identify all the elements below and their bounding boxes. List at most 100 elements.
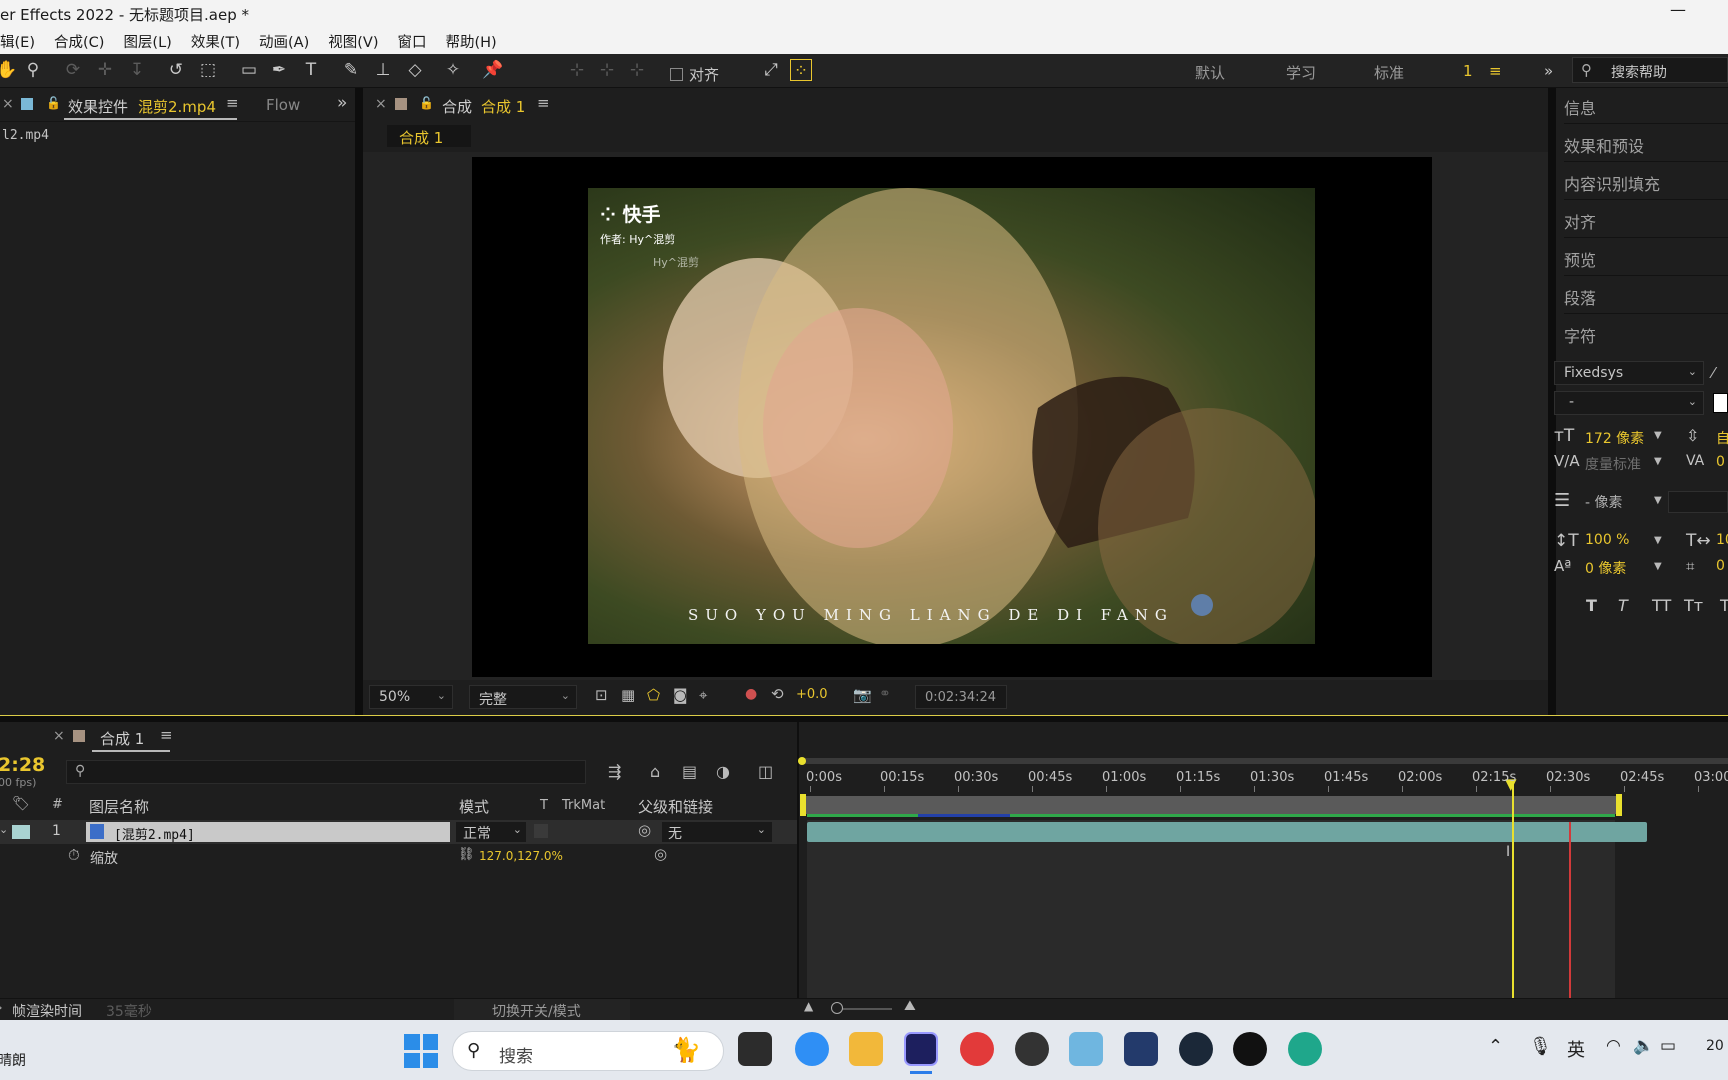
axis-view-icon[interactable]: ⊹ xyxy=(626,59,648,81)
layer-row[interactable]: ⌄ 1 [混剪2.mp4] 正常 ⌄ ◎ 无 ⌄ xyxy=(0,820,797,844)
fill-color-swatch[interactable] xyxy=(1713,393,1728,413)
file-explorer-icon[interactable] xyxy=(849,1032,883,1066)
rotate-tool-icon[interactable]: ↺ xyxy=(165,59,187,81)
channels-icon[interactable]: ● xyxy=(745,686,757,702)
flow-tab[interactable]: Flow xyxy=(266,96,300,114)
minimize-button[interactable]: — xyxy=(1670,0,1686,19)
work-area-bar[interactable] xyxy=(802,796,1620,814)
small-caps-button[interactable]: Tт xyxy=(1684,596,1703,615)
timecode-display[interactable]: 0:02:34:24 xyxy=(915,685,1007,709)
microphone-icon[interactable]: 🎙 xyxy=(1529,1036,1552,1057)
workspace-1[interactable]: 1 xyxy=(1463,62,1473,80)
comp-subtab[interactable]: 合成 1 xyxy=(387,125,471,147)
draft-3d-icon[interactable]: ⌂ xyxy=(650,762,660,781)
comp-lock-icon[interactable]: 🔓 xyxy=(419,96,434,110)
workspace-menu-icon[interactable]: ≡ xyxy=(1489,62,1502,80)
chevron-down-icon[interactable]: ▼ xyxy=(1654,456,1662,467)
comp-flowchart-icon[interactable]: ⇶ xyxy=(608,762,621,781)
snapshot-icon[interactable]: 📷 xyxy=(853,686,872,704)
menu-edit[interactable]: 辑(E) xyxy=(0,31,35,52)
effect-controls-tab[interactable]: 效果控件 xyxy=(68,96,128,117)
steam-icon[interactable] xyxy=(1179,1032,1213,1066)
pan-tool-icon[interactable]: ✛ xyxy=(94,59,116,81)
scale-value[interactable]: 127.0,127.0% xyxy=(479,849,563,863)
zoom-slider-thumb[interactable] xyxy=(831,1002,843,1014)
blend-mode-select[interactable]: 正常 ⌄ xyxy=(456,822,526,842)
vertical-scale-value[interactable]: 100 % xyxy=(1585,532,1629,548)
zoom-tool-icon[interactable]: ⚲ xyxy=(22,59,44,81)
layer-label-color[interactable] xyxy=(12,825,30,839)
horizontal-scale-value[interactable]: 10 xyxy=(1716,532,1728,548)
reset-exposure-icon[interactable]: ⟲ xyxy=(771,685,784,703)
zoom-in-icon[interactable]: ⛰ xyxy=(904,998,916,1014)
layer-name-field[interactable]: [混剪2.mp4] xyxy=(86,822,450,843)
chevron-down-icon[interactable]: ▼ xyxy=(1654,535,1662,546)
workspace-learn[interactable]: 学习 xyxy=(1286,62,1316,83)
lock-icon[interactable]: 🔓 xyxy=(46,96,61,110)
toggle-switches-button[interactable]: 切换开关/模式 xyxy=(454,999,630,1020)
clock[interactable]: 20 xyxy=(1706,1038,1724,1054)
footer-toggle-icon[interactable]: › xyxy=(0,1001,2,1014)
guides-icon[interactable]: ⌖ xyxy=(699,686,707,704)
all-caps-button[interactable]: TT xyxy=(1652,596,1671,615)
roto-brush-icon[interactable]: ✧ xyxy=(442,59,464,81)
menu-view[interactable]: 视图(V) xyxy=(328,31,378,52)
menu-window[interactable]: 窗口 xyxy=(397,31,426,52)
exposure-value[interactable]: +0.0 xyxy=(796,687,828,702)
weather-label[interactable]: 晴朗 xyxy=(0,1050,26,1070)
work-area-nav[interactable] xyxy=(800,758,1728,764)
pick-whip-icon[interactable]: ◎ xyxy=(638,821,651,839)
davinci-icon[interactable] xyxy=(1015,1032,1049,1066)
work-area-start[interactable] xyxy=(800,794,806,816)
dolly-tool-icon[interactable]: ↧ xyxy=(126,59,148,81)
chevron-down-icon[interactable]: ▼ xyxy=(1654,495,1662,506)
faux-bold-button[interactable]: T xyxy=(1586,596,1597,615)
snap-icon[interactable]: ⤢ xyxy=(760,59,782,81)
show-snapshot-icon[interactable]: ⚭ xyxy=(879,686,891,702)
shy-layers-icon[interactable]: ▤ xyxy=(682,762,697,781)
playhead-line[interactable] xyxy=(1512,780,1514,998)
font-style-select[interactable]: - ⌄ xyxy=(1554,391,1704,415)
transparency-grid-icon[interactable]: ▦ xyxy=(621,686,635,704)
frame-blending-icon[interactable]: ◑ xyxy=(716,762,730,781)
chevron-down-icon[interactable]: ▼ xyxy=(1654,430,1662,441)
preserve-transparency-toggle[interactable] xyxy=(534,824,548,838)
workspace-default[interactable]: 默认 xyxy=(1195,62,1225,83)
content-aware-fill-tab[interactable]: 内容识别填充 xyxy=(1564,164,1728,200)
close-comp-tab-icon[interactable]: × xyxy=(375,96,387,112)
zoom-out-icon[interactable]: ▲ xyxy=(804,999,813,1013)
stroke-type-select[interactable] xyxy=(1668,491,1728,513)
align-checkbox[interactable]: 对齐 xyxy=(670,64,719,85)
menu-layer[interactable]: 图层(L) xyxy=(123,31,171,52)
menu-animation[interactable]: 动画(A) xyxy=(259,31,309,52)
preview-tab[interactable]: 预览 xyxy=(1564,240,1728,276)
stroke-width-value[interactable]: - 像素 xyxy=(1585,492,1623,512)
ime-indicator[interactable]: 英 xyxy=(1567,1036,1585,1062)
paragraph-tab[interactable]: 段落 xyxy=(1564,278,1728,314)
menu-composition[interactable]: 合成(C) xyxy=(54,31,104,52)
current-time-display[interactable]: 2:28 xyxy=(0,754,45,776)
panel-divider[interactable] xyxy=(355,88,363,715)
expand-icon[interactable]: ⌄ xyxy=(0,823,8,836)
windows-start-icon[interactable] xyxy=(404,1034,438,1068)
font-family-select[interactable]: Fixedsys ⌄ xyxy=(1554,361,1704,385)
type-tool-icon[interactable]: T xyxy=(300,59,322,81)
font-size-value[interactable]: 172 像素 xyxy=(1585,428,1644,448)
axis-local-icon[interactable]: ⊹ xyxy=(566,59,588,81)
panel-menu-icon[interactable]: ≡ xyxy=(226,94,239,112)
work-area-end[interactable] xyxy=(1616,794,1622,816)
fast-preview-icon[interactable]: ⊡ xyxy=(595,686,608,704)
layer-search-input[interactable]: ⚲ xyxy=(66,760,586,784)
grid-snap-icon[interactable]: ⁘ xyxy=(790,59,812,81)
baseline-shift-value[interactable]: 0 像素 xyxy=(1585,558,1626,578)
axis-world-icon[interactable]: ⊹ xyxy=(596,59,618,81)
clone-stamp-icon[interactable]: ⊥ xyxy=(372,59,394,81)
property-pick-whip-icon[interactable]: ◎ xyxy=(654,845,667,863)
eraser-tool-icon[interactable]: ◇ xyxy=(404,59,426,81)
timeline-track-area[interactable] xyxy=(807,820,1615,998)
edge-browser-icon[interactable] xyxy=(1288,1032,1322,1066)
rectangle-tool-icon[interactable]: ▭ xyxy=(238,59,260,81)
orbit-tool-icon[interactable]: ⟳ xyxy=(62,59,84,81)
timeline-tab[interactable]: 合成 1 xyxy=(100,728,144,749)
eyedropper-icon[interactable]: ⁄ xyxy=(1712,364,1715,382)
